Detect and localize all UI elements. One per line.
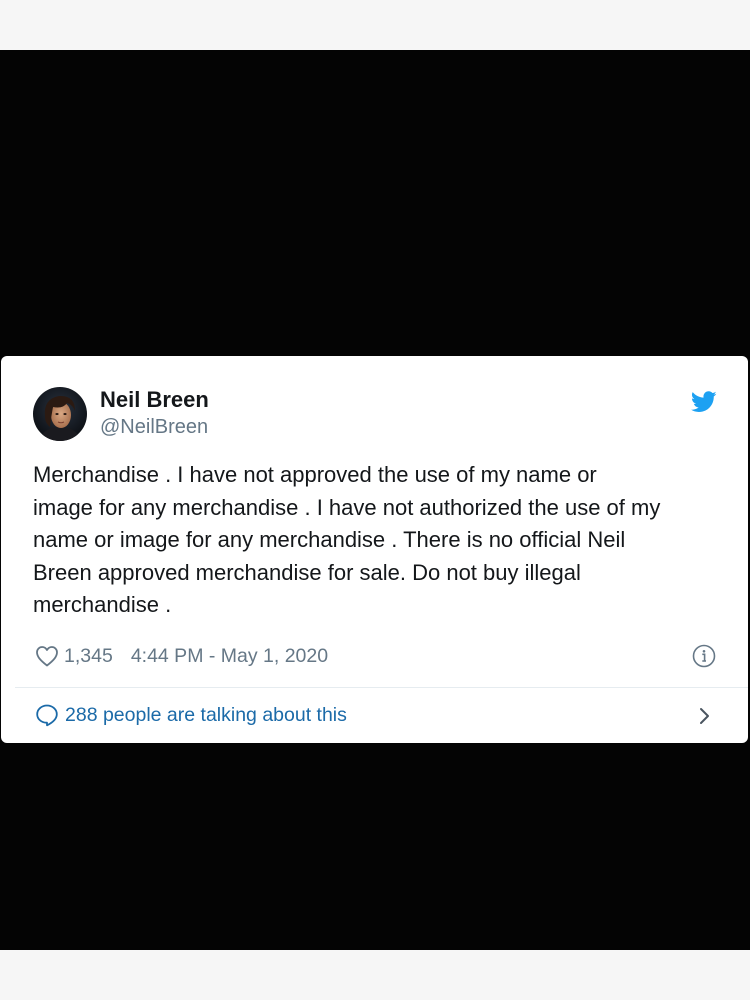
conversation-link[interactable]: 288 people are talking about this [1, 688, 748, 743]
twitter-bird-icon[interactable] [691, 391, 717, 413]
avatar[interactable] [33, 387, 87, 441]
tweet-text-line: name or image for any merchandise . Ther… [33, 527, 626, 552]
author-name[interactable]: Neil Breen [100, 387, 209, 413]
tweet-meta: 1,345 4:44 PM - May 1, 2020 [35, 643, 328, 669]
avatar-photo [33, 387, 87, 441]
tweet-text: Merchandise . I have not approved the us… [33, 459, 733, 622]
conversation-label[interactable]: 288 people are talking about this [65, 704, 347, 727]
tweet-text-line: image for any merchandise . I have not a… [33, 494, 661, 520]
dark-backdrop: Neil Breen @NeilBreen Merchandise . I ha… [0, 50, 750, 950]
tweet-card: Neil Breen @NeilBreen Merchandise . I ha… [1, 356, 748, 743]
heart-icon[interactable] [35, 645, 59, 667]
chevron-right-icon[interactable] [697, 705, 713, 727]
speech-bubble-icon [36, 704, 58, 727]
tweet-text-line: Breen approved merchandise for sale. Do … [33, 559, 581, 585]
tweet-text-line: Merchandise . I have not approved the us… [33, 462, 597, 487]
tweet-timestamp[interactable]: 4:44 PM - May 1, 2020 [131, 645, 328, 668]
like-count[interactable]: 1,345 [64, 645, 113, 668]
author-handle[interactable]: @NeilBreen [100, 416, 208, 439]
info-icon[interactable] [692, 644, 716, 668]
tweet-text-line: merchandise . [33, 592, 172, 617]
